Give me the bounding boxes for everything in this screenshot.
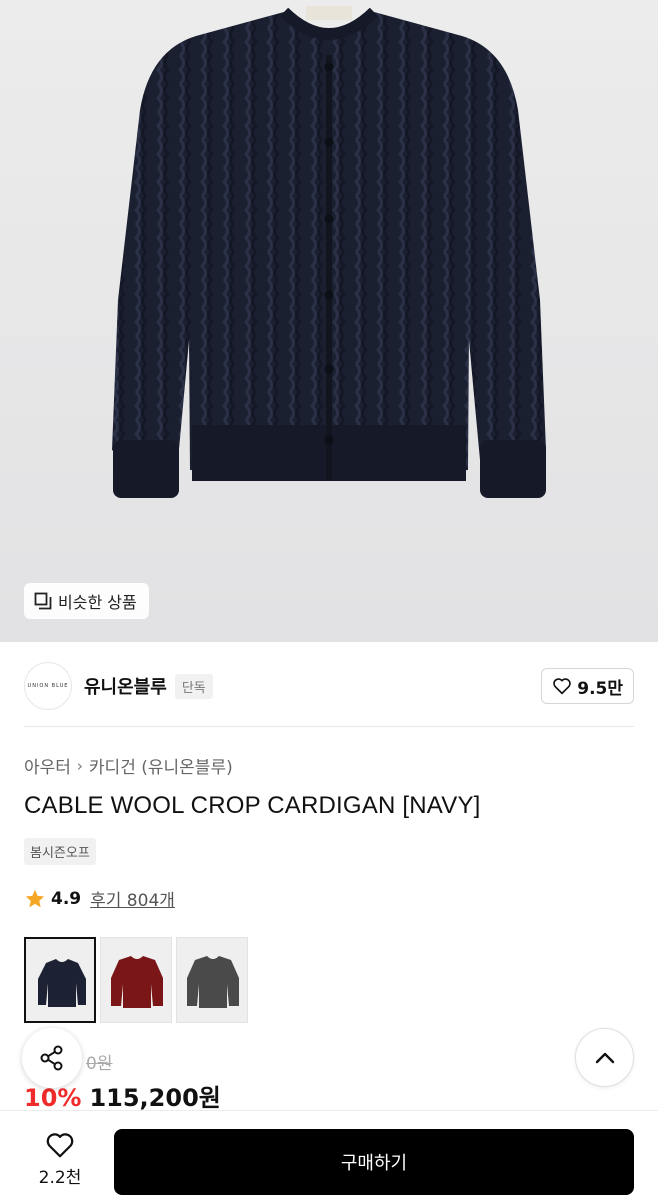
brand-like-count: 9.5만: [577, 678, 623, 699]
swatch-navy[interactable]: [24, 937, 96, 1023]
star-icon: [25, 889, 45, 907]
heart-icon: [46, 1133, 74, 1158]
share-icon: [40, 1045, 63, 1071]
bottom-bar: 2.2천 구매하기: [0, 1110, 658, 1200]
share-button[interactable]: [22, 1028, 82, 1088]
review-count-link[interactable]: 후기 804개: [90, 886, 175, 911]
product-title: CABLE WOOL CROP CARDIGAN [NAVY]: [24, 792, 481, 819]
season-off-tag: 봄시즌오프: [24, 838, 96, 865]
rating-row: 4.9 후기 804개: [24, 886, 175, 911]
chevron-right-icon: ›: [76, 756, 83, 775]
heart-icon: [553, 678, 572, 695]
swatch-red[interactable]: [100, 937, 172, 1023]
wishlist-button[interactable]: 2.2천: [24, 1131, 96, 1191]
sale-price: 115,200원: [89, 1084, 221, 1112]
breadcrumb: 아우터 › 카디건 (유니온블루): [24, 753, 233, 779]
brand-logo[interactable]: UNION BLUE: [24, 662, 72, 710]
stack-icon: [34, 592, 52, 610]
brand-name[interactable]: 유니온블루: [84, 673, 167, 699]
brand-logo-text: UNION BLUE: [27, 683, 69, 689]
swatch-gray[interactable]: [176, 937, 248, 1023]
exclusive-badge: 단독: [174, 673, 213, 699]
divider: [24, 726, 634, 727]
brand-row: UNION BLUE 유니온블루 단독 9.5만: [24, 660, 634, 712]
breadcrumb-outer[interactable]: 아우터: [24, 753, 71, 778]
scroll-top-button[interactable]: [575, 1028, 634, 1087]
product-hero-image[interactable]: 비슷한 상품: [0, 0, 658, 642]
chevron-up-icon: [595, 1052, 614, 1063]
wishlist-count: 2.2천: [38, 1168, 82, 1188]
similar-products-button[interactable]: 비슷한 상품: [24, 583, 149, 619]
buy-button[interactable]: 구매하기: [114, 1129, 634, 1195]
similar-products-label: 비슷한 상품: [58, 593, 137, 612]
brand-like-button[interactable]: 9.5만: [541, 668, 634, 704]
original-price: 0원: [86, 1054, 113, 1074]
color-options: [24, 937, 248, 1023]
breadcrumb-cardigan[interactable]: 카디건 (유니온블루): [89, 753, 233, 778]
rating-value: 4.9: [51, 888, 82, 909]
cardigan-image: [112, 6, 546, 498]
discount-rate: 10%: [24, 1084, 82, 1112]
